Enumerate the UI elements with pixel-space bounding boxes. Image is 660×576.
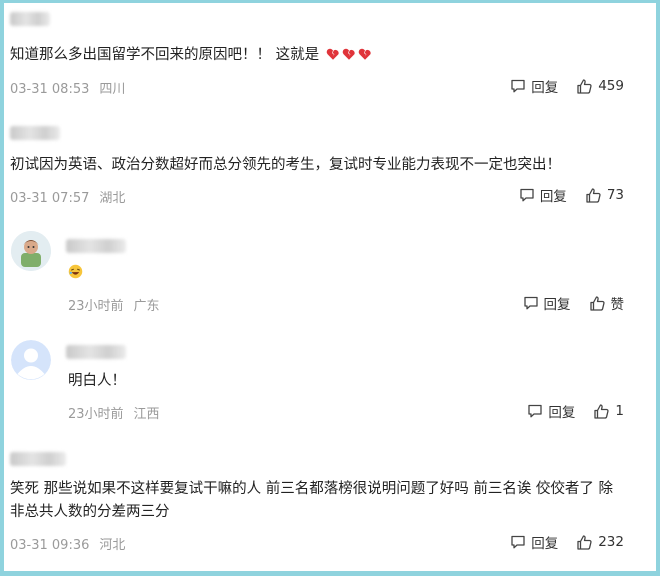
comment-text-line2: 非总共人数的分差两三分: [10, 504, 170, 520]
like-button[interactable]: 232: [576, 534, 624, 551]
like-button[interactable]: 1: [593, 403, 624, 420]
like-count: 赞: [610, 297, 625, 313]
thumbs-up-icon: [577, 78, 592, 94]
like-count: 73: [606, 187, 624, 203]
reply-label: 回复: [531, 80, 559, 96]
comment-text-line1: 笑死 那些说如果不这样要复试干嘛的人 前三名都落榜很说明问题了好吗 前三名诶 佼…: [10, 481, 614, 497]
comment-location: 湖北: [99, 191, 126, 206]
comment-list: 知道那么多出国留学不回来的原因吧！！ 这就是 03-31 08:53 四川 回复 …: [4, 3, 656, 571]
comment-text: 知道那么多出国留学不回来的原因吧！！ 这就是: [10, 43, 372, 67]
like-count: 459: [598, 78, 624, 94]
like-button[interactable]: 赞: [589, 293, 625, 313]
comment-text-content: 知道那么多出国留学不回来的原因吧！！ 这就是: [10, 47, 320, 63]
thumbs-up-icon: [577, 534, 592, 550]
username-blurred[interactable]: [10, 12, 50, 26]
comment-location: 广东: [133, 299, 160, 314]
reply-button[interactable]: 回复: [510, 76, 558, 96]
comment-actions: 回复 1: [527, 401, 624, 421]
reply-button[interactable]: 回复: [510, 532, 558, 552]
username-blurred[interactable]: [10, 452, 66, 466]
comment-location: 四川: [99, 82, 126, 97]
comment-meta: 03-31 08:53 四川: [10, 78, 125, 97]
reply-label: 回复: [539, 189, 567, 205]
broken-heart-emoji: [358, 48, 371, 60]
comment-time: 03-31 07:57: [10, 191, 90, 206]
reply-icon: [523, 296, 538, 310]
reply-icon: [511, 79, 525, 93]
thumbs-up-icon: [589, 295, 605, 311]
reply-label: 回复: [531, 536, 559, 552]
thumbs-up-icon: [586, 187, 601, 203]
like-button[interactable]: 459: [576, 78, 624, 95]
reply-label: 回复: [548, 405, 576, 421]
comment-meta: 23小时前 广东: [68, 295, 160, 314]
laughing-emoji: [68, 264, 83, 279]
comment-location: 河北: [99, 538, 126, 553]
broken-heart-emoji: [326, 48, 339, 60]
reply-button[interactable]: 回复: [527, 401, 575, 421]
comment-time: 23小时前: [68, 299, 124, 314]
comment-time: 23小时前: [68, 407, 124, 422]
broken-heart-emoji: [342, 48, 355, 60]
username-blurred[interactable]: [66, 239, 126, 253]
comment-text: 初试因为英语、政治分数超好而总分领先的考生，复试时专业能力表现不一定也突出！: [10, 157, 561, 173]
reply-button[interactable]: 回复: [523, 293, 571, 313]
comment-actions: 回复 73: [519, 185, 624, 205]
comment-text: [68, 261, 83, 285]
comment-actions: 回复 232: [510, 532, 624, 552]
comment-actions: 回复 赞: [523, 293, 625, 313]
avatar[interactable]: [11, 340, 51, 380]
thumbs-up-icon: [594, 403, 610, 419]
username-blurred[interactable]: [10, 126, 60, 140]
comment-meta: 03-31 09:36 河北: [10, 534, 125, 553]
username-blurred[interactable]: [66, 345, 126, 359]
reply-icon: [511, 535, 525, 549]
comment-actions: 回复 459: [510, 76, 624, 96]
like-button[interactable]: 73: [585, 187, 624, 204]
avatar-image: [11, 231, 51, 271]
reply-icon: [528, 404, 543, 418]
comment-text: 明白人！: [68, 373, 126, 389]
avatar[interactable]: [11, 231, 51, 271]
comment-meta: 03-31 07:57 湖北: [10, 187, 125, 206]
comment-meta: 23小时前 江西: [68, 403, 160, 422]
reply-label: 回复: [543, 297, 571, 313]
comment-time: 03-31 08:53: [10, 82, 90, 97]
comment-time: 03-31 09:36: [10, 538, 90, 553]
comment-location: 江西: [133, 407, 160, 422]
default-avatar-icon: [11, 340, 51, 380]
like-count: 232: [598, 534, 624, 550]
reply-icon: [520, 188, 534, 202]
reply-button[interactable]: 回复: [519, 185, 567, 205]
like-count: 1: [615, 403, 624, 419]
